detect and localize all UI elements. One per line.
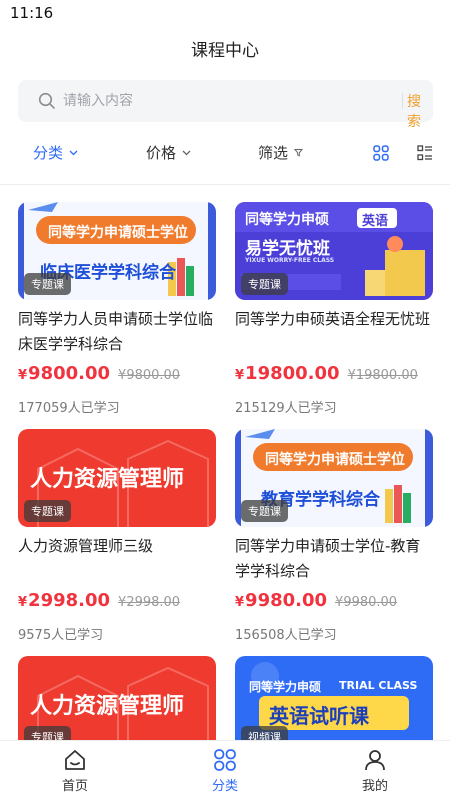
status-time: 11:16 bbox=[10, 4, 54, 22]
banner-line1: 人力资源管理师 bbox=[30, 694, 185, 719]
filter-screen[interactable]: 筛选 bbox=[258, 142, 304, 163]
course-thumbnail: 同等学力申请硕士学位 教育学学科综合 专题课 bbox=[235, 429, 433, 527]
course-card[interactable]: 同等学力申硕 英语 易学无忧班 YIXUE WORRY-FREE CLASS 专… bbox=[235, 202, 433, 416]
price-row: ¥9800.00 ¥9800.00 bbox=[18, 363, 180, 384]
course-title: 同等学力人员申请硕士学位临床医学学科综合 bbox=[18, 310, 214, 353]
original-price: ¥2998.00 bbox=[118, 595, 181, 610]
banner-line1: 同等学力申硕 bbox=[245, 212, 329, 228]
list-view-icon[interactable] bbox=[417, 145, 433, 161]
search-box[interactable]: 搜索 bbox=[18, 80, 433, 130]
category-icon bbox=[214, 749, 236, 771]
current-price: ¥19800.00 bbox=[235, 363, 340, 384]
learner-count: 215129人已学习 bbox=[235, 401, 337, 416]
tab-home[interactable]: 首页 bbox=[35, 749, 115, 794]
current-price: ¥2998.00 bbox=[18, 590, 111, 611]
grid-view-icon[interactable] bbox=[373, 145, 389, 161]
original-price: ¥9980.00 bbox=[335, 595, 398, 610]
banner-sub: TRIAL CLASS bbox=[339, 679, 418, 692]
banner-line1: 同等学力申硕 bbox=[249, 680, 322, 694]
filter-category-label: 分类 bbox=[33, 144, 64, 162]
filter-price[interactable]: 价格 bbox=[146, 142, 191, 163]
course-tag: 专题课 bbox=[24, 500, 71, 522]
course-title: 同等学力申硕英语全程无忧班 bbox=[235, 310, 431, 328]
banner-badge: 英语 bbox=[362, 214, 389, 229]
price-row: ¥19800.00 ¥19800.00 bbox=[235, 363, 418, 384]
original-price: ¥19800.00 bbox=[347, 368, 418, 383]
price-row: ¥9980.00 ¥9980.00 bbox=[235, 590, 397, 611]
search-icon bbox=[38, 92, 55, 109]
user-icon bbox=[365, 750, 385, 771]
chevron-down-icon bbox=[182, 150, 191, 155]
banner-line1: 同等学力申请硕士学位 bbox=[265, 452, 405, 468]
original-price: ¥9800.00 bbox=[118, 368, 181, 383]
search-button[interactable]: 搜索 bbox=[407, 91, 433, 131]
course-title: 人力资源管理师三级 bbox=[18, 537, 154, 555]
current-price: ¥9800.00 bbox=[18, 363, 111, 384]
course-title: 同等学力申请硕士学位-教育学学科综合 bbox=[235, 537, 421, 580]
tab-category-label: 分类 bbox=[211, 779, 238, 794]
current-price: ¥9980.00 bbox=[235, 590, 328, 611]
tab-category[interactable]: 分类 bbox=[185, 749, 265, 794]
filter-price-label: 价格 bbox=[146, 144, 177, 162]
status-bar: 11:16 bbox=[0, 0, 450, 26]
filter-screen-label: 筛选 bbox=[258, 144, 289, 162]
banner-sub: YIXUE WORRY-FREE CLASS bbox=[245, 257, 335, 264]
search-input[interactable] bbox=[63, 80, 363, 122]
tab-home-label: 首页 bbox=[61, 779, 88, 794]
chevron-down-icon bbox=[69, 150, 78, 155]
course-tag: 专题课 bbox=[24, 273, 71, 295]
course-card[interactable]: 人力资源管理师 专题课 人力资源管理师三级 ¥2998.00 ¥2998.00 … bbox=[18, 429, 216, 643]
search-divider bbox=[402, 93, 403, 109]
course-thumbnail: 人力资源管理师 专题课 bbox=[18, 429, 216, 527]
course-thumbnail: 同等学力申硕 英语 易学无忧班 YIXUE WORRY-FREE CLASS 专… bbox=[235, 202, 433, 300]
home-icon bbox=[65, 750, 85, 770]
price-row: ¥2998.00 ¥2998.00 bbox=[18, 590, 180, 611]
filter-bar: 分类 价格 筛选 bbox=[0, 134, 450, 174]
course-card[interactable]: 同等学力申请硕士学位 教育学学科综合 专题课 同等学力申请硕士学位-教育学学科综… bbox=[235, 429, 433, 643]
learner-count: 9575人已学习 bbox=[18, 628, 104, 643]
page-title: 课程中心 bbox=[191, 41, 259, 61]
tab-mine[interactable]: 我的 bbox=[335, 749, 415, 794]
banner-line1: 人力资源管理师 bbox=[30, 467, 185, 492]
banner-line2: 英语试听课 bbox=[269, 704, 369, 728]
funnel-icon bbox=[294, 149, 304, 157]
filter-category[interactable]: 分类 bbox=[33, 142, 78, 163]
learner-count: 177059人已学习 bbox=[18, 401, 120, 416]
bottom-tab-bar: 首页 分类 我的 bbox=[0, 740, 450, 800]
banner-line1: 同等学力申请硕士学位 bbox=[48, 225, 188, 241]
tab-mine-label: 我的 bbox=[361, 779, 388, 794]
filter-divider bbox=[0, 184, 450, 185]
course-thumbnail: 同等学力申请硕士学位 临床医学学科综合 专题课 bbox=[18, 202, 216, 300]
learner-count: 156508人已学习 bbox=[235, 628, 337, 643]
banner-line2: 易学无忧班 bbox=[245, 239, 330, 259]
course-tag: 专题课 bbox=[241, 273, 288, 295]
course-tag: 专题课 bbox=[241, 500, 288, 522]
course-card[interactable]: 同等学力申请硕士学位 临床医学学科综合 专题课 同等学力人员申请硕士学位临床医学… bbox=[18, 202, 216, 416]
